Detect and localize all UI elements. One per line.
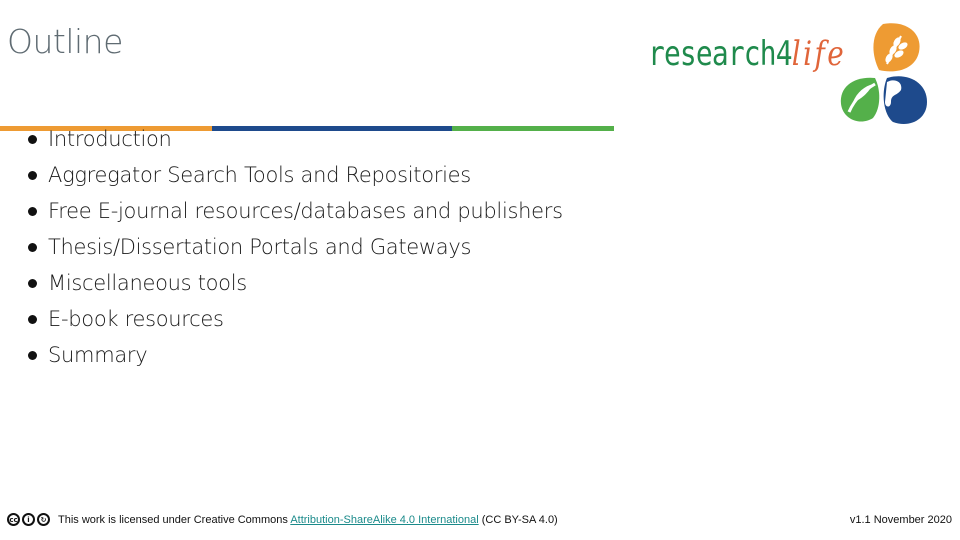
license-footer: cc i ↻ This work is licensed under Creat… <box>7 513 558 526</box>
license-suffix: (CC BY-SA 4.0) <box>478 513 558 526</box>
sa-icon: ↻ <box>37 513 50 526</box>
outline-item-label: Introduction <box>48 127 172 151</box>
bullet-icon <box>28 314 37 324</box>
bullet-icon <box>28 206 37 216</box>
logo-text-main: research4 <box>648 34 793 74</box>
outline-item-label: Aggregator Search Tools and Repositories <box>48 163 471 187</box>
license-text: This work is licensed under Creative Com… <box>58 514 558 526</box>
bullet-icon <box>28 134 37 144</box>
outline-item: Aggregator Search Tools and Repositories <box>26 157 563 193</box>
version-label: v1.1 November 2020 <box>849 514 952 526</box>
bullet-icon <box>28 278 37 288</box>
outline-item-label: Free E-journal resources/databases and p… <box>48 199 563 223</box>
license-prefix: This work is licensed under Creative Com… <box>58 513 291 526</box>
outline-item: Free E-journal resources/databases and p… <box>26 193 563 229</box>
outline-item: Summary <box>26 337 563 373</box>
cc-icon: cc <box>7 513 20 526</box>
by-icon: i <box>22 513 35 526</box>
outline-item: E-book resources <box>26 301 563 337</box>
leaf-icon <box>840 77 880 122</box>
outline-list: Introduction Aggregator Search Tools and… <box>26 121 563 373</box>
outline-item-label: E-book resources <box>48 307 224 331</box>
bullet-icon <box>28 242 37 252</box>
outline-item: Introduction <box>26 121 563 157</box>
logo-wordmark: research4life <box>648 34 846 74</box>
bullet-icon <box>28 170 37 180</box>
research4life-logo: research4life <box>640 22 930 126</box>
logo-mark <box>840 23 927 124</box>
wheat-icon <box>873 23 920 72</box>
slide-title: Outline <box>7 22 123 61</box>
outline-item-label: Miscellaneous tools <box>48 271 247 295</box>
bullet-icon <box>28 350 37 360</box>
outline-item-label: Summary <box>48 343 148 367</box>
outline-item: Miscellaneous tools <box>26 265 563 301</box>
wave-icon <box>883 76 927 124</box>
outline-item-label: Thesis/Dissertation Portals and Gateways <box>48 235 472 259</box>
outline-item: Thesis/Dissertation Portals and Gateways <box>26 229 563 265</box>
license-link[interactable]: Attribution-ShareAlike 4.0 International <box>290 514 478 526</box>
